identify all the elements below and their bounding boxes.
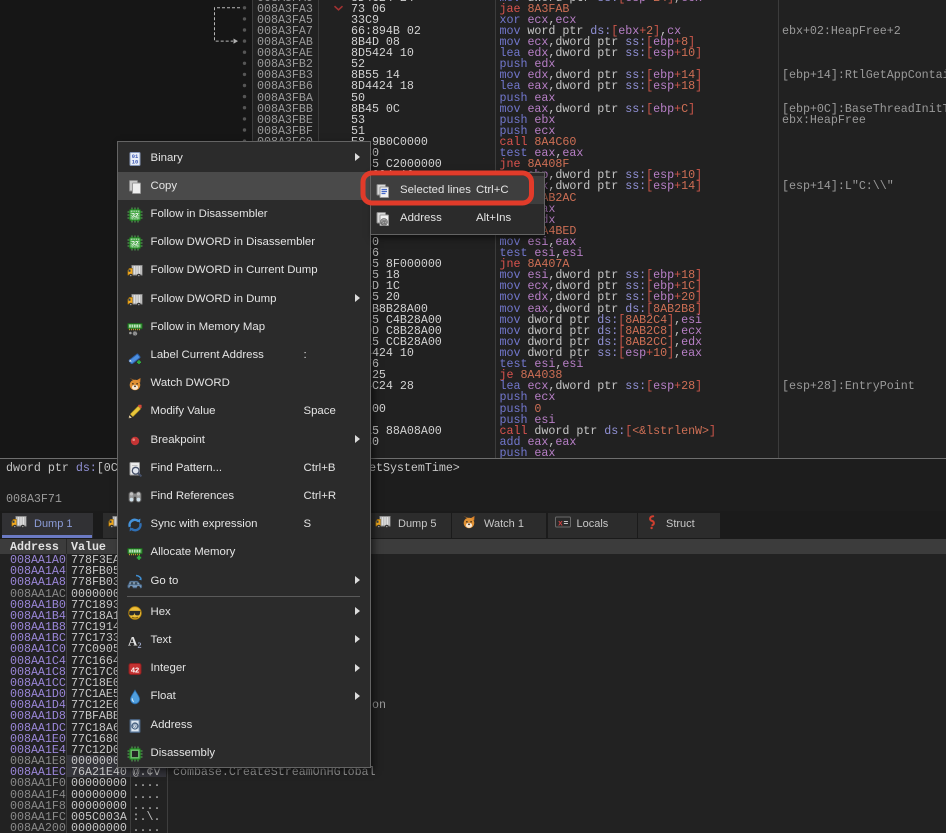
svg-text:@: @ (132, 331, 137, 336)
svg-text:10: 10 (132, 159, 138, 165)
svg-text:2: 2 (138, 641, 142, 649)
svg-text:42: 42 (131, 665, 139, 674)
svg-text:A: A (128, 633, 138, 648)
svg-text:@: @ (132, 723, 139, 730)
svg-text:32: 32 (132, 242, 139, 248)
svg-text:@: @ (381, 220, 387, 226)
svg-text:32: 32 (132, 214, 139, 220)
svg-text:x: x (558, 519, 563, 528)
svg-text:=: = (563, 519, 568, 528)
